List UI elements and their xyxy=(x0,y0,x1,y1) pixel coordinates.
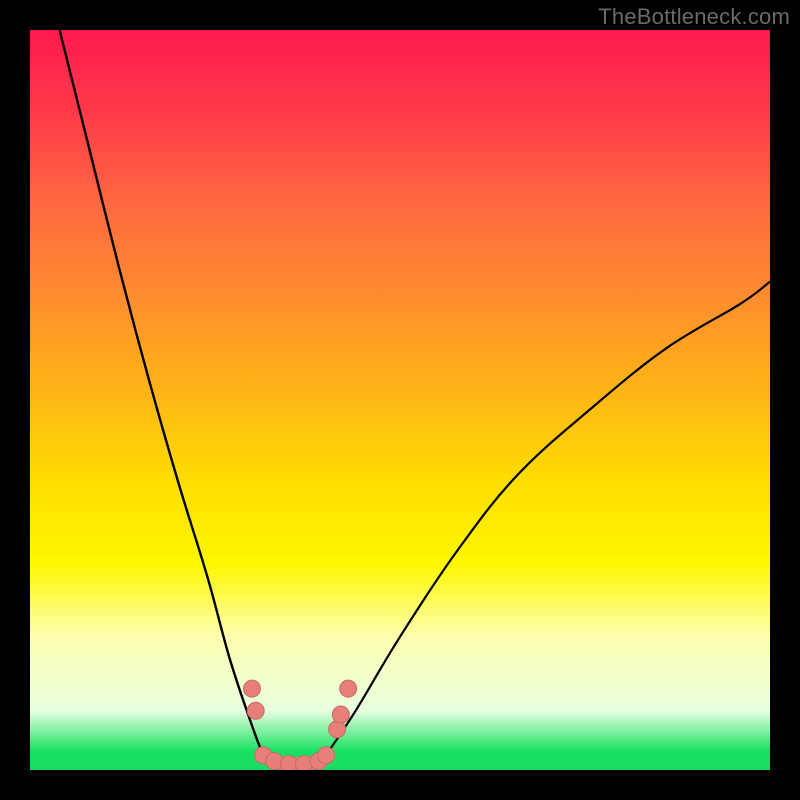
chart-svg xyxy=(30,30,770,770)
chart-marker xyxy=(340,680,357,697)
right-curve xyxy=(326,282,770,756)
chart-marker xyxy=(244,680,261,697)
watermark-text: TheBottleneck.com xyxy=(598,4,790,30)
chart-marker xyxy=(332,706,349,723)
chart-frame: TheBottleneck.com xyxy=(0,0,800,800)
chart-plot-area xyxy=(30,30,770,770)
chart-marker xyxy=(247,702,264,719)
chart-marker xyxy=(318,747,335,764)
left-curve xyxy=(60,30,264,755)
chart-marker xyxy=(329,721,346,738)
chart-marker xyxy=(266,753,283,770)
chart-marker xyxy=(295,756,312,770)
